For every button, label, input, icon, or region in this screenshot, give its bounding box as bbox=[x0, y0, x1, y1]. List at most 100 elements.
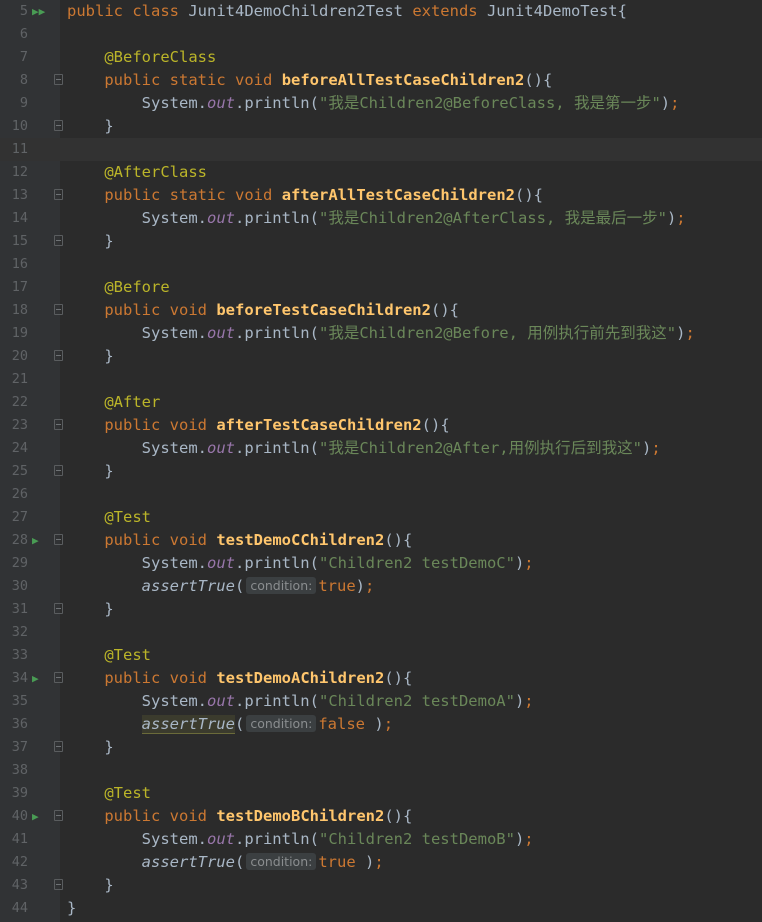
code-line[interactable]: 41 System.out.println("Children2 testDem… bbox=[0, 828, 762, 851]
code-line[interactable]: 33 @Test bbox=[0, 644, 762, 667]
code-line[interactable]: 24 System.out.println("我是Children2@After… bbox=[0, 437, 762, 460]
code-line[interactable]: 11 bbox=[0, 138, 762, 161]
code-text: System.out.println("我是Children2@AfterCla… bbox=[67, 207, 686, 230]
code-line[interactable]: 8 public static void beforeAllTestCaseCh… bbox=[0, 69, 762, 92]
code-token: public bbox=[104, 186, 161, 204]
code-editor[interactable]: 5 ▶▶ public class Junit4DemoChildren2Test … bbox=[0, 0, 762, 922]
code-line[interactable]: 43 } bbox=[0, 874, 762, 897]
code-line[interactable]: 17 @Before bbox=[0, 276, 762, 299]
fold-icon[interactable] bbox=[54, 741, 63, 752]
line-number: 37 bbox=[11, 739, 28, 755]
line-number: 30 bbox=[11, 578, 28, 594]
code-token: ; bbox=[374, 853, 384, 871]
code-token: assertTrue bbox=[141, 577, 235, 595]
fold-icon[interactable] bbox=[54, 304, 63, 315]
code-token: out bbox=[206, 554, 235, 572]
code-text: System.out.println("我是Children2@Before, … bbox=[67, 322, 695, 345]
line-number: 12 bbox=[11, 164, 28, 180]
code-line[interactable]: 38 bbox=[0, 759, 762, 782]
code-token: static bbox=[169, 71, 226, 89]
code-token: "我是Children2@BeforeClass, 我是第一步" bbox=[318, 94, 661, 112]
code-token: .println( bbox=[234, 439, 319, 457]
code-token: System. bbox=[67, 554, 207, 572]
param-hint: condition: bbox=[246, 715, 317, 732]
fold-icon[interactable] bbox=[54, 810, 63, 821]
fold-icon[interactable] bbox=[54, 419, 63, 430]
run-class-icon[interactable]: ▶▶ bbox=[32, 0, 46, 23]
code-token: ; bbox=[524, 692, 534, 710]
code-line[interactable]: 23 public void afterTestCaseChildren2(){ bbox=[0, 414, 762, 437]
fold-icon[interactable] bbox=[54, 120, 63, 131]
code-token: out bbox=[206, 439, 235, 457]
code-token: .println( bbox=[234, 94, 319, 112]
code-line[interactable]: 42 assertTrue(condition: true ); bbox=[0, 851, 762, 874]
code-token: @Test bbox=[104, 508, 151, 526]
code-line[interactable]: 29 System.out.println("Children2 testDem… bbox=[0, 552, 762, 575]
code-line[interactable]: 30 assertTrue(condition: true); bbox=[0, 575, 762, 598]
code-line[interactable]: 5 ▶▶ public class Junit4DemoChildren2Test … bbox=[0, 0, 762, 23]
code-line[interactable]: 32 bbox=[0, 621, 762, 644]
run-test-icon[interactable]: ▶ bbox=[32, 805, 46, 828]
fold-icon[interactable] bbox=[54, 879, 63, 890]
code-line[interactable]: 34 ▶ public void testDemoAChildren2(){ bbox=[0, 667, 762, 690]
code-token: .println( bbox=[234, 554, 319, 572]
fold-icon[interactable] bbox=[54, 603, 63, 614]
code-token: "我是Children2@Before, 用例执行前先到我这" bbox=[318, 324, 677, 342]
code-line[interactable]: 31 } bbox=[0, 598, 762, 621]
fold-icon[interactable] bbox=[54, 350, 63, 361]
run-test-icon[interactable]: ▶ bbox=[32, 667, 46, 690]
line-number: 33 bbox=[11, 647, 28, 663]
code-token: @Test bbox=[104, 646, 151, 664]
line-number: 40 bbox=[11, 808, 28, 824]
code-line[interactable]: 39 @Test bbox=[0, 782, 762, 805]
line-number: 23 bbox=[11, 417, 28, 433]
fold-icon[interactable] bbox=[54, 534, 63, 545]
code-line[interactable]: 37 } bbox=[0, 736, 762, 759]
code-token: public bbox=[104, 416, 161, 434]
code-line[interactable]: 35 System.out.println("Children2 testDem… bbox=[0, 690, 762, 713]
code-token: ( bbox=[234, 577, 245, 595]
code-text: public void beforeTestCaseChildren2(){ bbox=[67, 299, 459, 322]
code-line[interactable]: 22 @After bbox=[0, 391, 762, 414]
code-token: beforeAllTestCaseChildren2 bbox=[281, 71, 525, 89]
code-line[interactable]: 6 bbox=[0, 23, 762, 46]
fold-icon[interactable] bbox=[54, 465, 63, 476]
fold-icon[interactable] bbox=[54, 74, 63, 85]
code-token: "Children2 testDemoC" bbox=[318, 554, 515, 572]
code-line[interactable]: 26 bbox=[0, 483, 762, 506]
code-text: System.out.println("Children2 testDemoC"… bbox=[67, 552, 534, 575]
fold-icon[interactable] bbox=[54, 672, 63, 683]
code-line[interactable]: 36 assertTrue(condition: false ); bbox=[0, 713, 762, 736]
code-line[interactable]: 10 } bbox=[0, 115, 762, 138]
code-line[interactable]: 12 @AfterClass bbox=[0, 161, 762, 184]
code-line[interactable]: 21 bbox=[0, 368, 762, 391]
code-line[interactable]: 44} bbox=[0, 897, 762, 920]
line-number: 9 bbox=[19, 95, 28, 111]
code-line[interactable]: 9 System.out.println("我是Children2@Before… bbox=[0, 92, 762, 115]
code-line[interactable]: 7 @BeforeClass bbox=[0, 46, 762, 69]
code-token: @After bbox=[104, 393, 161, 411]
fold-icon[interactable] bbox=[54, 235, 63, 246]
code-line[interactable]: 16 bbox=[0, 253, 762, 276]
fold-icon[interactable] bbox=[54, 189, 63, 200]
code-line[interactable]: 25 } bbox=[0, 460, 762, 483]
line-number: 14 bbox=[11, 210, 28, 226]
param-hint: condition: bbox=[246, 577, 317, 594]
code-line[interactable]: 28 ▶ public void testDemoCChildren2(){ bbox=[0, 529, 762, 552]
run-test-icon[interactable]: ▶ bbox=[32, 529, 46, 552]
code-line[interactable]: 15 } bbox=[0, 230, 762, 253]
code-line[interactable]: 20 } bbox=[0, 345, 762, 368]
code-line[interactable]: 19 System.out.println("我是Children2@Befor… bbox=[0, 322, 762, 345]
code-line[interactable]: 27 @Test bbox=[0, 506, 762, 529]
code-line[interactable]: 13 public static void afterAllTestCaseCh… bbox=[0, 184, 762, 207]
line-number: 35 bbox=[11, 693, 28, 709]
code-line[interactable]: 14 System.out.println("我是Children2@After… bbox=[0, 207, 762, 230]
code-line[interactable]: 40 ▶ public void testDemoBChildren2(){ bbox=[0, 805, 762, 828]
code-line[interactable]: 18 public void beforeTestCaseChildren2()… bbox=[0, 299, 762, 322]
